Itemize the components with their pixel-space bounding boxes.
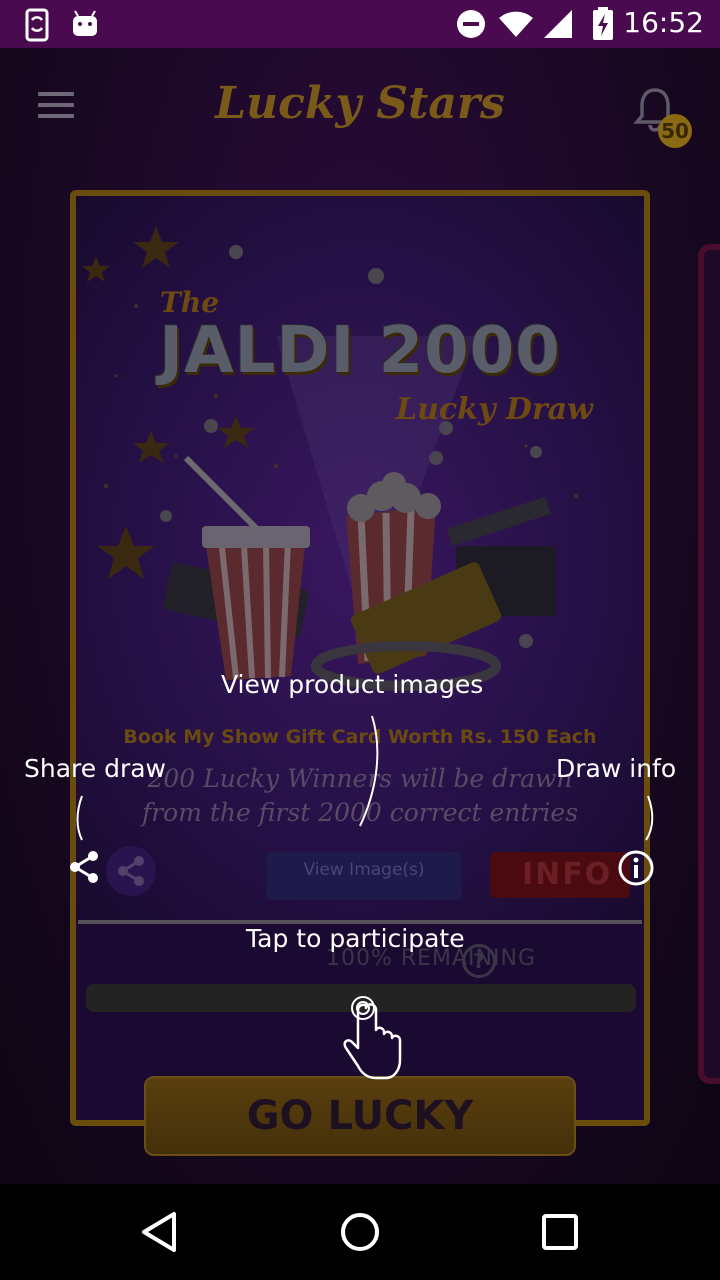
recents-icon[interactable] (536, 1208, 584, 1256)
app-screen: Lucky Stars 50 The JALDI 2000 Lucky Draw… (0, 48, 720, 1184)
navigation-bar (0, 1184, 720, 1280)
battery-charging-icon (593, 7, 613, 40)
back-icon[interactable] (136, 1208, 184, 1256)
phone-sync-icon (25, 8, 49, 42)
status-bar: 16:52 (0, 0, 720, 48)
android-icon (73, 10, 97, 36)
share-icon[interactable] (66, 848, 104, 886)
signal-icon (544, 10, 572, 38)
wifi-icon (499, 11, 533, 37)
clock: 16:52 (623, 6, 704, 39)
info-icon[interactable] (616, 848, 656, 888)
home-icon[interactable] (336, 1208, 384, 1256)
tap-hand-icon (343, 996, 402, 1080)
do-not-disturb-icon (457, 10, 485, 38)
